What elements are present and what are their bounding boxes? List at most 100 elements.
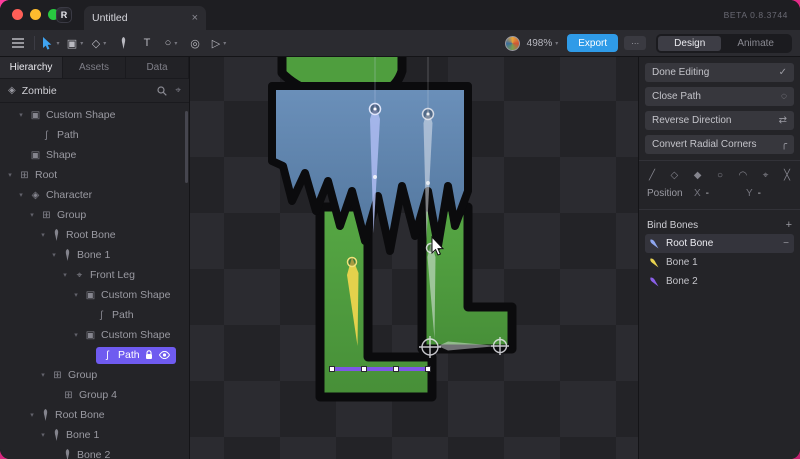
stage-svg[interactable] <box>190 57 638 459</box>
tree-row[interactable]: ▾ Bone 1 <box>0 245 189 265</box>
group-icon: ⊞ <box>20 169 29 181</box>
tree-row[interactable]: ▾ ⌖ Front Leg <box>0 265 189 285</box>
mirrored-vertex-icon[interactable]: ◆ <box>694 170 702 181</box>
ellipsis-icon: ⋯ <box>631 38 640 48</box>
remove-bone-button[interactable]: − <box>783 238 789 249</box>
bind-bone-row[interactable]: Bone 2 <box>645 272 794 291</box>
tree-row[interactable]: ʃ Path <box>0 305 189 325</box>
pen-icon: ◇ <box>91 37 101 50</box>
caret-down-icon[interactable]: ▾ <box>223 40 226 47</box>
play-tool[interactable]: ▷ ▾ <box>207 33 231 54</box>
eye-icon[interactable] <box>158 351 170 359</box>
caret-down-icon[interactable]: ▾ <box>72 291 80 299</box>
tree-row[interactable]: ▾ Bone 1 <box>0 425 189 445</box>
target-vertex-icon[interactable]: ⌖ <box>763 170 769 181</box>
position-y-field[interactable]: Y - <box>746 188 792 199</box>
detach-vertex-icon[interactable]: ╳ <box>784 170 790 181</box>
tab-close-icon[interactable]: × <box>192 12 198 24</box>
menu-button[interactable] <box>6 33 30 54</box>
tree-row[interactable]: Bone 2 <box>0 445 189 459</box>
reverse-direction-button[interactable]: Reverse Direction ⇄ <box>645 111 794 130</box>
caret-down-icon[interactable]: ▾ <box>50 251 58 259</box>
pen-tool[interactable]: ◇ ▾ <box>87 33 111 54</box>
select-tool[interactable]: ▾ <box>39 33 63 54</box>
canvas[interactable] <box>190 57 638 459</box>
artboard-icon: ◈ <box>8 85 16 96</box>
bone-icon <box>650 276 659 286</box>
avatar[interactable] <box>504 35 520 51</box>
close-window-button[interactable] <box>12 9 23 20</box>
tree-row[interactable]: ▾ ⊞ Root <box>0 165 189 185</box>
caret-down-icon[interactable]: ▾ <box>174 40 177 47</box>
shape-tool[interactable]: ○ ▾ <box>159 33 183 54</box>
position-x-field[interactable]: X - <box>694 188 740 199</box>
close-path-button[interactable]: Close Path ◌ <box>645 87 794 106</box>
shape-icon: ▣ <box>85 329 96 341</box>
bone-icon <box>65 249 70 261</box>
text-tool[interactable]: T <box>135 33 159 54</box>
caret-down-icon[interactable]: ▾ <box>80 40 83 47</box>
document-tab-title: Untitled <box>92 12 128 24</box>
round-vertex-icon[interactable]: ○ <box>717 170 723 181</box>
artboard-row[interactable]: ◈ Zombie ⌖ <box>0 79 189 103</box>
beta-version-label: BETA 0.8.3744 <box>723 10 788 20</box>
done-editing-button[interactable]: Done Editing ✓ <box>645 63 794 82</box>
more-options-button[interactable]: ⋯ <box>624 36 647 50</box>
tab-animate[interactable]: Animate <box>721 36 790 51</box>
paint-tool[interactable]: ◎ <box>183 33 207 54</box>
inspector-panel: Done Editing ✓ Close Path ◌ Reverse Dire… <box>638 57 800 459</box>
sidebar-scrollbar[interactable] <box>185 111 188 183</box>
line-vertex-icon[interactable]: ╱ <box>649 170 655 181</box>
bind-bones-title: Bind Bones <box>647 219 699 231</box>
tab-hierarchy[interactable]: Hierarchy <box>0 57 63 78</box>
tree-row[interactable]: ▾ Root Bone <box>0 225 189 245</box>
frame-icon: ▣ <box>66 37 78 50</box>
document-tab[interactable]: Untitled × <box>84 6 206 30</box>
caret-down-icon[interactable]: ▾ <box>39 231 47 239</box>
caret-down-icon[interactable]: ▾ <box>6 171 14 179</box>
hamburger-icon <box>12 38 24 48</box>
artboard-tool[interactable]: ▣ ▾ <box>63 33 87 54</box>
caret-down-icon[interactable]: ▾ <box>28 211 36 219</box>
caret-down-icon[interactable]: ▾ <box>39 431 47 439</box>
corner-vertex-icon[interactable]: ◇ <box>671 170 679 181</box>
caret-down-icon[interactable]: ▾ <box>61 271 69 279</box>
caret-down-icon[interactable]: ▾ <box>39 371 47 379</box>
caret-down-icon[interactable]: ▾ <box>72 331 80 339</box>
tree-row-selected[interactable]: ʃ Path <box>0 345 189 365</box>
convert-radial-corners-button[interactable]: Convert Radial Corners ╭ <box>645 135 794 154</box>
caret-down-icon[interactable]: ▾ <box>56 40 59 47</box>
minimize-window-button[interactable] <box>30 9 41 20</box>
caret-down-icon[interactable]: ▾ <box>103 40 106 47</box>
bone-tool[interactable] <box>111 33 135 54</box>
tree-row[interactable]: ▣ Shape <box>0 145 189 165</box>
caret-down-icon[interactable]: ▾ <box>17 191 25 199</box>
tree-row[interactable]: ▾ ⊞ Group <box>0 205 189 225</box>
bind-bone-row[interactable]: Bone 1 <box>645 253 794 272</box>
tree-row[interactable]: ▾ ▣ Custom Shape <box>0 285 189 305</box>
arc-vertex-icon[interactable]: ◠ <box>739 170 748 181</box>
artboard-label: Zombie <box>21 84 57 97</box>
zoom-control[interactable]: 498% ▾ <box>527 38 559 49</box>
window-controls <box>12 9 59 20</box>
search-icon[interactable] <box>157 85 168 96</box>
tab-assets[interactable]: Assets <box>63 57 126 78</box>
tree-row[interactable]: ▾ ⊞ Group <box>0 365 189 385</box>
add-bone-button[interactable]: + <box>786 219 792 231</box>
tree-row[interactable]: ▾ Root Bone <box>0 405 189 425</box>
target-icon[interactable]: ⌖ <box>175 85 181 96</box>
caret-down-icon[interactable]: ▾ <box>17 111 25 119</box>
tree-row[interactable]: ʃ Path <box>0 125 189 145</box>
tree-row[interactable]: ▾ ◈ Character <box>0 185 189 205</box>
app-window: R Untitled × BETA 0.8.3744 ▾ ▣ ▾ ◇ ▾ T ○… <box>0 0 800 459</box>
export-button[interactable]: Export <box>567 34 619 52</box>
caret-down-icon[interactable]: ▾ <box>28 411 36 419</box>
tree-row[interactable]: ⊞ Group 4 <box>0 385 189 405</box>
bind-bone-row[interactable]: Root Bone − <box>645 234 794 253</box>
selected-item-pill[interactable]: ʃ Path <box>96 346 176 364</box>
tree-row[interactable]: ▾ ▣ Custom Shape <box>0 105 189 125</box>
lock-icon[interactable] <box>145 350 153 360</box>
tab-data[interactable]: Data <box>126 57 189 78</box>
tree-row[interactable]: ▾ ▣ Custom Shape <box>0 325 189 345</box>
tab-design[interactable]: Design <box>658 35 722 51</box>
